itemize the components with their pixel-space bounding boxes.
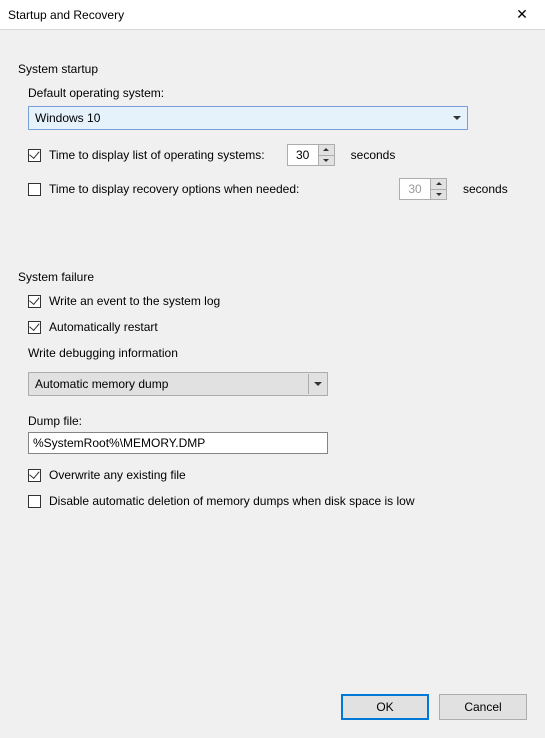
disable-delete-row: Disable automatic deletion of memory dum… (28, 494, 514, 508)
close-icon: ✕ (516, 6, 528, 23)
chevron-down-icon (453, 116, 461, 120)
auto-restart-row: Automatically restart (28, 320, 531, 334)
time-os-row: Time to display list of operating system… (28, 144, 531, 166)
dump-file-label: Dump file: (28, 414, 531, 428)
dump-file-input[interactable] (28, 432, 328, 454)
spinner-down-button[interactable] (431, 190, 446, 200)
time-recovery-label: Time to display recovery options when ne… (49, 182, 389, 196)
dialog-buttons: OK Cancel (341, 694, 527, 720)
debug-type-value: Automatic memory dump (35, 377, 168, 391)
spinner-up-button[interactable] (431, 179, 446, 190)
auto-restart-checkbox[interactable] (28, 321, 41, 334)
write-event-label: Write an event to the system log (49, 294, 220, 308)
default-os-select[interactable]: Windows 10 (28, 106, 468, 130)
cancel-button[interactable]: Cancel (439, 694, 527, 720)
time-recovery-spinner-buttons (430, 179, 446, 199)
time-os-label: Time to display list of operating system… (49, 148, 265, 162)
titlebar: Startup and Recovery ✕ (0, 0, 545, 30)
write-event-row: Write an event to the system log (28, 294, 531, 308)
dialog-content: System startup Default operating system:… (0, 30, 545, 738)
time-os-spinner-buttons (318, 145, 334, 165)
triangle-up-icon (436, 182, 442, 185)
disable-delete-checkbox[interactable] (28, 495, 41, 508)
system-startup-group: System startup Default operating system:… (14, 62, 531, 200)
system-startup-title: System startup (18, 62, 531, 76)
overwrite-row: Overwrite any existing file (28, 468, 531, 482)
time-recovery-value (400, 179, 430, 199)
time-recovery-row: Time to display recovery options when ne… (28, 178, 514, 200)
triangle-down-icon (323, 159, 329, 162)
spinner-down-button[interactable] (319, 156, 334, 166)
disable-delete-label: Disable automatic deletion of memory dum… (49, 494, 415, 508)
time-os-unit: seconds (351, 148, 401, 162)
time-os-value[interactable] (288, 145, 318, 165)
default-os-label: Default operating system: (28, 86, 531, 100)
overwrite-checkbox[interactable] (28, 469, 41, 482)
triangle-down-icon (436, 193, 442, 196)
combo-arrow-wrap (308, 374, 326, 394)
auto-restart-label: Automatically restart (49, 320, 158, 334)
chevron-down-icon (314, 382, 322, 386)
time-recovery-unit: seconds (463, 182, 513, 196)
window-title: Startup and Recovery (8, 8, 499, 22)
debug-type-select[interactable]: Automatic memory dump (28, 372, 328, 396)
spinner-up-button[interactable] (319, 145, 334, 156)
default-os-value: Windows 10 (35, 111, 100, 125)
write-event-checkbox[interactable] (28, 295, 41, 308)
triangle-up-icon (323, 148, 329, 151)
time-recovery-spinner[interactable] (399, 178, 447, 200)
system-failure-title: System failure (18, 270, 531, 284)
time-os-spinner[interactable] (287, 144, 335, 166)
overwrite-label: Overwrite any existing file (49, 468, 186, 482)
time-recovery-checkbox[interactable] (28, 183, 41, 196)
system-failure-group: System failure Write an event to the sys… (14, 270, 531, 508)
write-debug-title: Write debugging information (28, 346, 531, 360)
close-button[interactable]: ✕ (499, 0, 545, 30)
time-os-checkbox[interactable] (28, 149, 41, 162)
ok-button[interactable]: OK (341, 694, 429, 720)
